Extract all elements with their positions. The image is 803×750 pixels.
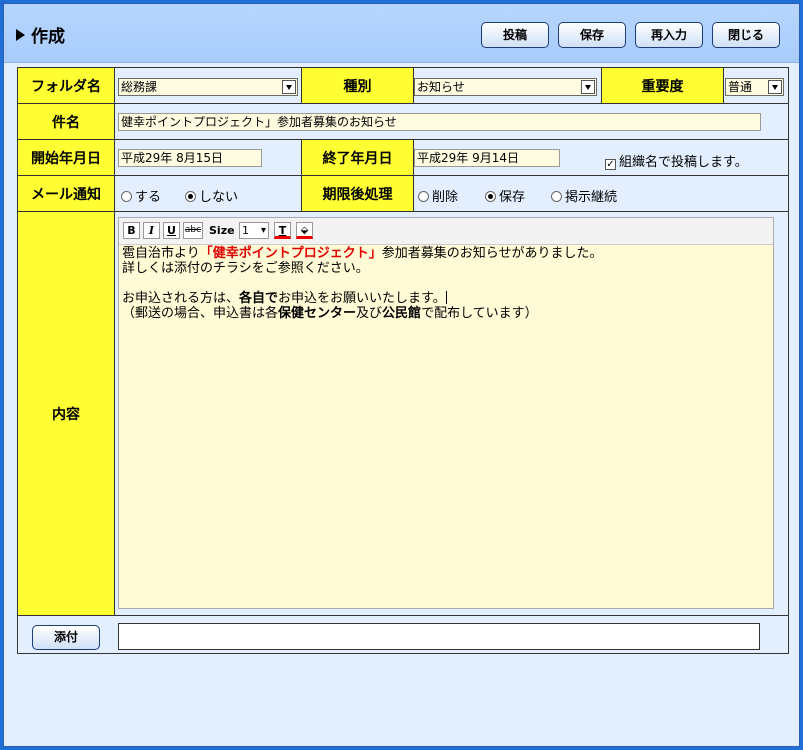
importance-select-value: 普通	[728, 80, 753, 94]
fill-color-icon[interactable]: ⬙	[296, 222, 313, 239]
type-label: 種別	[302, 68, 414, 103]
header-bar: 作成 投稿 保存 再入力 閉じる	[4, 4, 799, 63]
attach-field[interactable]	[118, 623, 760, 650]
rich-text-editor[interactable]: B I U abc Size 1 ▾ T ⬙ 雹自治市より「健幸ポイントプロジェク…	[118, 217, 774, 609]
text-color-button[interactable]: T	[274, 222, 291, 239]
after-expiry-label: 期限後処理	[302, 176, 414, 211]
content-line: お申込される方は、各自でお申込をお願いいたします。	[122, 291, 603, 306]
start-date-input[interactable]: 平成29年 8月15日	[118, 149, 262, 167]
subject-input[interactable]: 健幸ポイントプロジェクト」参加者募集のお知らせ	[118, 113, 761, 131]
post-as-org-checkbox[interactable]: ✓ 組織名で投稿します。	[605, 151, 748, 170]
divider	[18, 211, 788, 212]
mail-notify-radio-yes[interactable]: する	[121, 186, 161, 205]
folder-label: フォルダ名	[18, 68, 115, 103]
importance-label: 重要度	[602, 68, 724, 103]
page-title-text: 作成	[31, 27, 65, 47]
radio-selected-icon	[485, 191, 496, 202]
content-text: お申込される方は、	[122, 291, 240, 306]
post-button[interactable]: 投稿	[481, 22, 549, 48]
after-expiry-delete-label: 削除	[432, 190, 459, 205]
content-text: 雹自治市より	[122, 246, 200, 261]
chevron-down-icon	[768, 80, 782, 94]
after-expiry-radio-save[interactable]: 保存	[485, 186, 525, 205]
type-select[interactable]: お知らせ	[414, 78, 597, 96]
content-text: で配布しています）	[421, 306, 538, 321]
importance-select[interactable]: 普通	[725, 78, 784, 96]
content-label: 内容	[18, 212, 115, 615]
type-select-value: お知らせ	[417, 80, 465, 94]
content-text: （郵送の場合、申込書は各	[122, 306, 279, 321]
page-title: 作成	[16, 22, 65, 47]
size-value: 1	[242, 224, 249, 237]
folder-select[interactable]: 総務課	[118, 78, 298, 96]
chevron-down-icon: ▾	[260, 225, 266, 236]
content-line: （郵送の場合、申込書は各保健センター及び公民館で配布しています）	[122, 306, 603, 321]
after-expiry-save-label: 保存	[499, 190, 526, 205]
divider	[18, 103, 788, 104]
mail-notify-yes-label: する	[135, 190, 162, 205]
size-label: Size	[209, 224, 235, 237]
triangle-right-icon	[16, 28, 25, 41]
radio-icon	[418, 191, 429, 202]
folder-select-value: 総務課	[121, 80, 158, 94]
reenter-button[interactable]: 再入力	[635, 22, 703, 48]
content-bold: 各自で	[239, 291, 279, 306]
divider	[18, 615, 788, 616]
content-text: 参加者募集のお知らせがありました。	[381, 246, 603, 261]
start-date-label: 開始年月日	[18, 140, 115, 175]
underline-button[interactable]: U	[163, 222, 180, 239]
italic-button[interactable]: I	[143, 222, 160, 239]
after-expiry-radio-keep[interactable]: 掲示継続	[551, 186, 617, 205]
save-button[interactable]: 保存	[558, 22, 626, 48]
content-highlight: 「健幸ポイントプロジェクト」	[199, 246, 382, 261]
editor-content[interactable]: 雹自治市より「健幸ポイントプロジェクト」参加者募集のお知らせがありました。 詳し…	[122, 246, 603, 321]
content-bold: 保健センター	[278, 306, 357, 321]
mail-notify-radio-no[interactable]: しない	[185, 186, 238, 205]
content-text: お申込をお願いいたします。	[278, 291, 446, 306]
close-button[interactable]: 閉じる	[712, 22, 780, 48]
end-date-label: 終了年月日	[302, 140, 414, 175]
radio-selected-icon	[185, 191, 196, 202]
size-select[interactable]: 1 ▾	[239, 222, 269, 239]
attach-button[interactable]: 添付	[32, 625, 100, 650]
end-date-input[interactable]: 平成29年 9月14日	[414, 149, 560, 167]
subject-label: 件名	[18, 104, 115, 139]
content-text: 及び	[356, 306, 383, 321]
mail-notify-label: メール通知	[18, 176, 115, 211]
bold-button[interactable]: B	[123, 222, 140, 239]
post-as-org-label: 組織名で投稿します。	[619, 155, 748, 170]
chevron-down-icon	[282, 80, 296, 94]
check-icon: ✓	[605, 159, 616, 170]
content-bold: 公民館	[382, 306, 422, 321]
after-expiry-radio-delete[interactable]: 削除	[418, 186, 458, 205]
radio-icon	[551, 191, 562, 202]
content-line: 詳しくは添付のチラシをご参照ください。	[122, 261, 369, 276]
after-expiry-keep-label: 掲示継続	[565, 190, 618, 205]
text-cursor	[445, 291, 447, 304]
compose-form: フォルダ名 総務課 種別 お知らせ 重要度 普通 件名 健幸ポイントプロジェクト…	[17, 67, 789, 654]
content-line: 雹自治市より「健幸ポイントプロジェクト」参加者募集のお知らせがありました。	[122, 246, 603, 261]
content-blank-line	[122, 276, 603, 291]
strikethrough-button[interactable]: abc	[183, 222, 203, 239]
editor-toolbar: B I U abc Size 1 ▾ T ⬙	[119, 218, 773, 245]
mail-notify-no-label: しない	[199, 190, 239, 205]
compose-window: 作成 投稿 保存 再入力 閉じる フォルダ名 総務課 種別 お知らせ 重要度 普…	[3, 3, 800, 747]
radio-icon	[121, 191, 132, 202]
chevron-down-icon	[581, 80, 595, 94]
